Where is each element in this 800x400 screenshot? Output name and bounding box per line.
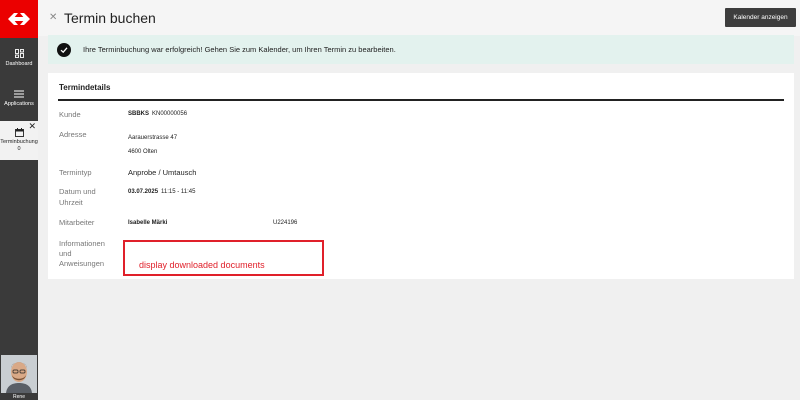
page-header: ✕ Termin buchen Kalender anzeigen [38, 0, 800, 36]
datum-time: 11:15 - 11:45 [161, 189, 196, 195]
avatar[interactable] [1, 355, 37, 393]
sidebar-item-label: Terminbuchung [0, 139, 38, 145]
datum-label-line1: Datum und [59, 187, 96, 196]
close-icon[interactable]: ✕ [49, 12, 57, 23]
info-label-line3: Anweisungen [59, 259, 105, 268]
kunde-name: SBBKS [128, 111, 150, 117]
check-circle-icon [57, 42, 71, 57]
info-label-line2: und [59, 249, 72, 258]
termintyp-label: Termintyp [59, 168, 92, 177]
sidebar: Dashboard Applications ✕ Terminbuchung 0 [0, 0, 38, 400]
divider [58, 99, 784, 101]
sidebar-item-dashboard[interactable]: Dashboard [0, 49, 38, 68]
user-name: Rene [13, 394, 25, 400]
success-banner: Ihre Terminbuchung war erfolgreich! Gehe… [48, 35, 794, 64]
sidebar-item-applications[interactable]: Applications [0, 90, 38, 108]
calendar-icon [14, 128, 24, 137]
termintyp-value: Anprobe / Umtausch [128, 168, 197, 177]
sbb-logo[interactable] [0, 0, 38, 38]
adresse-line1: Aarauerstrasse 47 [128, 135, 178, 141]
datum-date: 03.07.2025 [128, 189, 159, 195]
kunde-number: KN00000056 [152, 111, 188, 117]
kunde-label: Kunde [59, 110, 81, 119]
info-label-line1: Informationen [59, 239, 105, 248]
sidebar-item-label: Applications [4, 101, 34, 107]
annotation-text: display downloaded documents [139, 260, 265, 270]
sidebar-item-label: Dashboard [5, 61, 33, 67]
sidebar-item-terminbuchung[interactable]: ✕ Terminbuchung 0 [0, 121, 38, 160]
sidebar-item-count: 0 [17, 146, 21, 152]
sbb-logo-icon [8, 13, 30, 25]
datum-label-line2: Uhrzeit [59, 198, 83, 207]
annotation-box [123, 240, 324, 276]
mitarbeiter-label: Mitarbeiter [59, 218, 95, 227]
card-title: Termindetails [59, 83, 111, 92]
adresse-label: Adresse [59, 130, 87, 139]
grid-icon [14, 49, 24, 58]
user-photo-icon [1, 355, 37, 393]
close-icon[interactable]: ✕ [28, 121, 36, 132]
mitarbeiter-name: Isabelle Märki [128, 220, 168, 226]
mitarbeiter-id: U224196 [273, 220, 298, 226]
page-title: Termin buchen [64, 10, 156, 26]
adresse-line2: 4600 Olten [128, 149, 158, 155]
success-message: Ihre Terminbuchung war erfolgreich! Gehe… [83, 45, 396, 54]
menu-icon [14, 90, 24, 98]
show-calendar-button[interactable]: Kalender anzeigen [725, 8, 796, 27]
